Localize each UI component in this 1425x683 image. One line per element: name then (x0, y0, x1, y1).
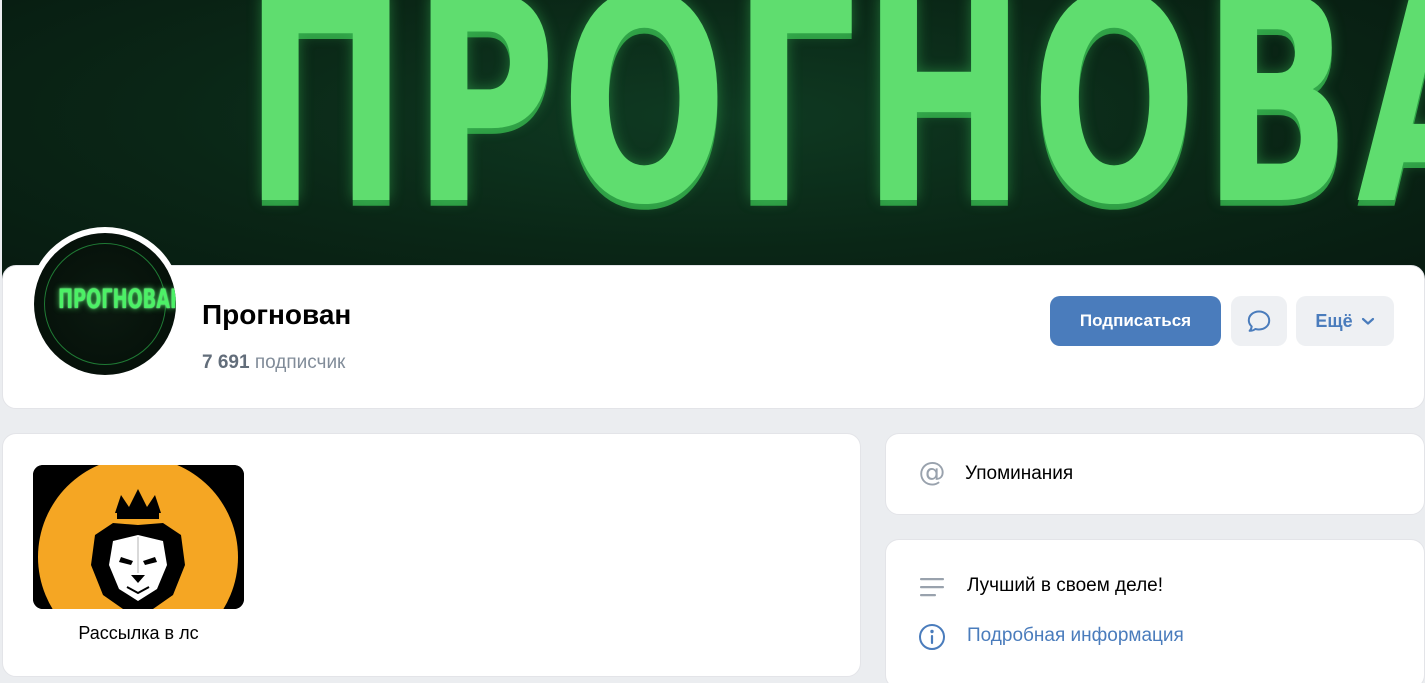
cover-image: ПРОГНОВАН (2, 0, 1425, 290)
mentions-label[interactable]: Упоминания (965, 463, 1073, 485)
cover-title: ПРОГНОВАН (243, 0, 1425, 268)
lines-icon (920, 578, 944, 597)
avatar[interactable]: ПРОГНОВАН (34, 233, 176, 375)
message-button[interactable] (1231, 296, 1287, 346)
group-name: Прогнован (202, 299, 352, 330)
link-thumbnail[interactable] (33, 465, 244, 609)
subscribe-button[interactable]: Подписаться (1050, 296, 1221, 346)
chevron-down-icon (1361, 317, 1374, 325)
subscribers-count: 7 691 (202, 352, 250, 373)
more-button[interactable]: Ещё (1296, 296, 1394, 346)
at-icon: @ (918, 457, 946, 488)
community-page: ПРОГНОВАН ПРОГНОВАН Прогнован 7 691 подп… (0, 0, 1425, 683)
info-icon (919, 624, 945, 650)
link-caption[interactable]: Рассылка в лс (33, 623, 244, 644)
info-card (885, 539, 1425, 683)
lion-crown-logo (33, 465, 244, 609)
status-text: Лучший в своем деле! (967, 575, 1164, 596)
subscribers-info[interactable]: 7 691 подписчик (202, 352, 345, 374)
avatar-logo-text: ПРОГНОВАН (58, 284, 176, 315)
details-link[interactable]: Подробная информация (967, 625, 1184, 647)
more-button-label: Ещё (1315, 310, 1353, 331)
chat-bubble-icon (1247, 310, 1271, 332)
subscribers-label: подписчик (254, 352, 346, 373)
